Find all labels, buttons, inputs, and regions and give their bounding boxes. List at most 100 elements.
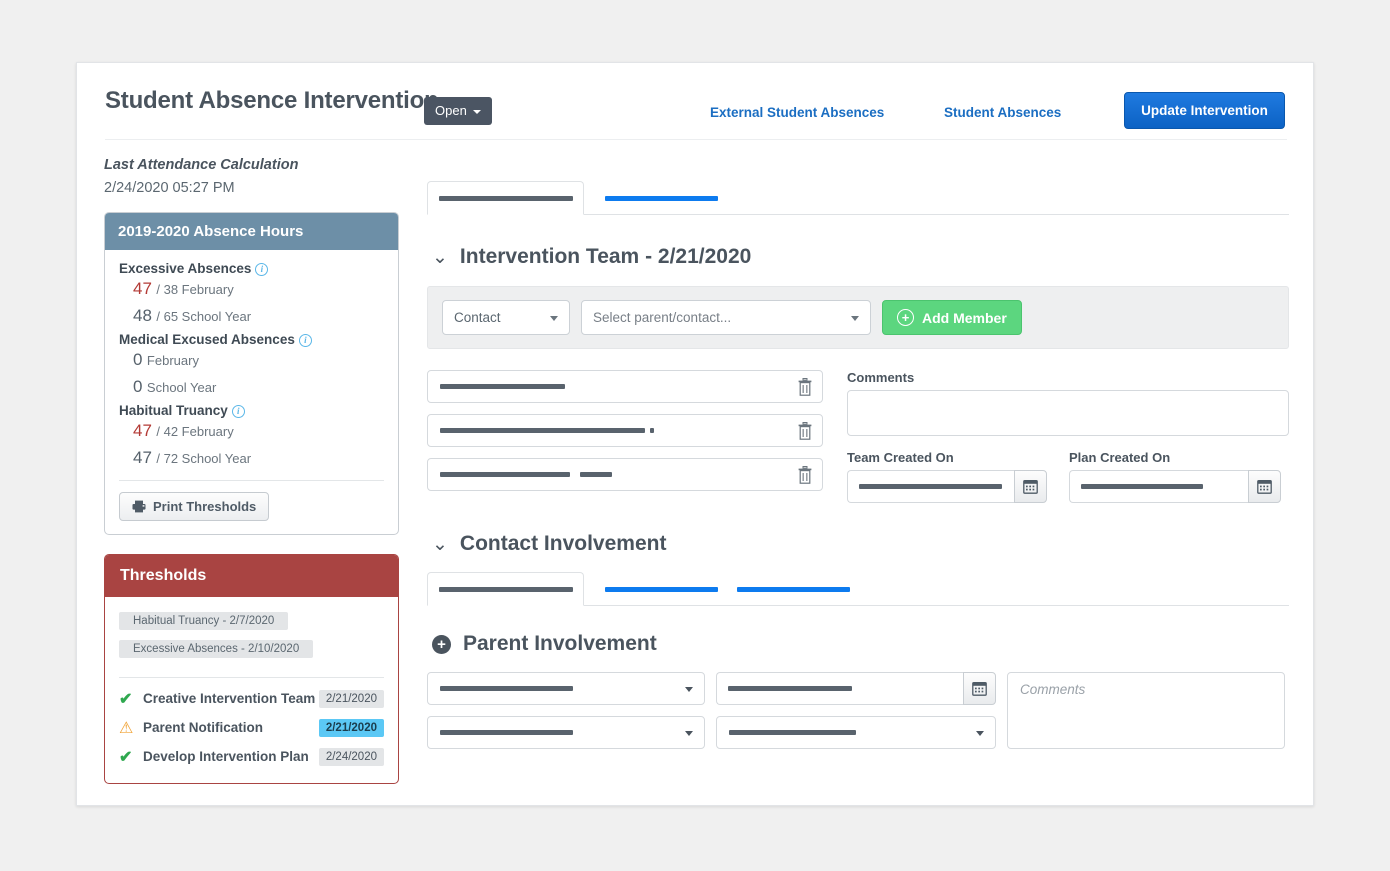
chevron-down-icon[interactable]: ⌄ [432,248,448,267]
calendar-icon [1023,479,1038,494]
parent-involvement-col-c: Comments [1007,672,1285,749]
absence-stat-row: 47 / 72 School Year [133,447,384,470]
plus-circle-icon[interactable]: + [432,634,451,654]
parent-involvement-date-input[interactable] [716,672,963,705]
absence-stat-row: 47 / 38 February [133,278,384,301]
threshold-date: 2/21/2020 [318,689,384,708]
link-external-student-absences[interactable]: External Student Absences [710,105,884,120]
team-created-label: Team Created On [847,450,954,465]
absence-stat-row: 0 February [133,349,384,372]
member-type-value: Contact [454,310,501,325]
contact-involvement-tab-bar [427,572,1289,606]
plan-created-input[interactable] [1069,470,1248,503]
tab-contact-secondary-2[interactable] [737,572,850,606]
absence-hours-panel-body: Excessive Absences i 47 / 38 February 48 … [105,250,398,534]
info-icon[interactable]: i [231,404,245,418]
threshold-item: ✔ Develop Intervention Plan 2/24/2020 [119,747,384,767]
team-created-input[interactable] [847,470,1014,503]
parent-involvement-select-3[interactable] [716,716,996,749]
parent-involvement-calendar-button[interactable] [963,672,996,705]
team-member-list [427,370,823,503]
page-title: Student Absence Intervention [105,87,439,114]
threshold-label: Creative Intervention Team [143,691,316,707]
plan-created-date-wrap [1069,470,1281,503]
contact-involvement-title: Contact Involvement [459,532,667,555]
main-card: Student Absence Intervention Open Extern… [76,62,1314,806]
absence-detail: / 42 February [156,423,234,439]
plus-circle-icon: + [897,309,914,326]
tab-contact-secondary-1[interactable] [605,572,718,606]
team-member-row[interactable] [427,414,823,447]
parent-involvement-date-wrap [716,672,996,705]
check-icon: ✔ [119,748,133,766]
member-name-redacted-2 [580,472,612,477]
status-label: Open [435,103,467,118]
absence-group: Habitual Truancy i 47 / 42 February 47 / … [119,403,384,470]
absence-value: 0 [133,349,143,369]
page-root: Student Absence Intervention Open Extern… [0,0,1390,871]
print-thresholds-button[interactable]: Print Thresholds [119,491,270,521]
member-name-redacted [440,472,570,477]
absence-stat-row: 48 / 65 School Year [133,305,384,328]
thresholds-panel-body: Habitual Truancy - 2/7/2020 Excessive Ab… [105,597,398,783]
tab-parent-involvement-active[interactable] [427,572,584,606]
tab-intervention-active[interactable] [427,181,584,215]
chevron-down-icon[interactable]: ⌄ [432,535,448,554]
absence-group-label: Excessive Absences [119,261,252,276]
intervention-team-title: Intervention Team - 2/21/2020 [459,245,752,268]
delete-icon[interactable] [798,377,812,396]
thresholds-panel-title: Thresholds [105,554,398,597]
chevron-down-icon [851,315,859,321]
threshold-item: ✔ Creative Intervention Team 2/21/2020 [119,689,384,709]
team-detail-grid: Comments Team Created On Plan Created On [427,370,1289,503]
parent-involvement-comments[interactable]: Comments [1007,672,1285,749]
delete-icon[interactable] [798,465,812,484]
threshold-item: ⚠ Parent Notification 2/21/2020 [119,718,384,738]
absence-group-title: Excessive Absences i [119,261,384,276]
team-member-row[interactable] [427,458,823,491]
absence-detail: School Year [146,379,217,395]
update-intervention-button[interactable]: Update Intervention [1124,92,1285,129]
print-thresholds-label: Print Thresholds [153,498,257,514]
parent-involvement-select-2[interactable] [427,716,705,749]
check-icon: ✔ [119,690,133,708]
date-value-redacted [728,686,852,691]
absence-value: 47 [133,279,152,298]
member-type-select[interactable]: Contact [442,300,570,335]
delete-icon[interactable] [798,421,812,440]
threshold-date: 2/21/2020 [318,718,384,737]
parent-involvement-select-1[interactable] [427,672,705,705]
team-member-row[interactable] [427,370,823,403]
tab-label-redacted [438,195,573,201]
threshold-label: Parent Notification [143,720,264,736]
info-icon[interactable]: i [298,333,312,347]
tab-secondary[interactable] [605,181,718,215]
absence-hours-panel: 2019-2020 Absence Hours Excessive Absenc… [104,212,399,535]
chevron-down-icon [685,686,693,692]
comments-textarea[interactable] [847,390,1289,436]
select-value-redacted [440,730,573,735]
created-dates-row: Team Created On Plan Created On [847,450,1289,503]
add-member-button[interactable]: + Add Member [882,300,1022,335]
team-created-calendar-button[interactable] [1014,470,1047,503]
parent-involvement-col-a [427,672,705,760]
link-student-absences[interactable]: Student Absences [944,105,1061,120]
tab-label-redacted [737,586,850,592]
parent-contact-select[interactable]: Select parent/contact... [581,300,871,335]
status-dropdown[interactable]: Open [424,97,492,125]
info-icon[interactable]: i [255,263,269,276]
plan-created-calendar-button[interactable] [1248,470,1281,503]
absence-group-label: Habitual Truancy [119,402,228,418]
top-tab-bar [427,181,1289,215]
add-member-toolbar: Contact Select parent/contact... + Add M… [427,286,1289,349]
absence-group-label: Medical Excused Absences [119,331,295,347]
absence-stat-row: 0 School Year [133,376,384,399]
team-created-field: Team Created On [847,450,1047,503]
last-attendance-calculation-value: 2/24/2020 05:27 PM [104,180,235,196]
calendar-icon [1257,479,1272,494]
panel-divider [119,676,384,678]
page-header: Student Absence Intervention Open Extern… [77,63,1313,140]
chevron-down-icon [685,730,693,736]
member-name-redacted [440,428,645,433]
absence-value: 0 [133,376,143,396]
